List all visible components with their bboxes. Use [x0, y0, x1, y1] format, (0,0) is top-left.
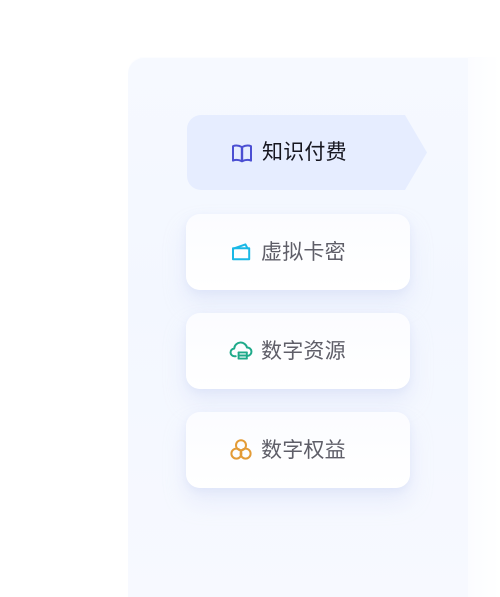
screen: 知识付费 虚拟卡密 数字资源 数字权益 [0, 0, 500, 597]
menu-item-label: 数字权益 [261, 437, 346, 462]
menu-item-content: 虚拟卡密 [229, 240, 346, 264]
linked-circles-icon [229, 438, 253, 462]
book-icon [230, 141, 254, 165]
menu-item-content: 知识付费 [230, 141, 347, 165]
menu-item-label: 虚拟卡密 [261, 239, 346, 264]
menu-item-virtual-card[interactable]: 虚拟卡密 [186, 214, 410, 290]
menu-item-label: 知识付费 [262, 140, 347, 164]
menu-item-label: 数字资源 [261, 338, 346, 363]
menu-item-content: 数字权益 [229, 438, 346, 462]
menu-item-digital-rights[interactable]: 数字权益 [186, 412, 410, 488]
cloud-archive-icon [229, 339, 253, 363]
category-menu: 知识付费 虚拟卡密 数字资源 数字权益 [0, 0, 500, 597]
menu-item-knowledge-payment[interactable]: 知识付费 [187, 115, 427, 190]
virtual-card-icon [229, 240, 253, 264]
menu-item-content: 数字资源 [229, 339, 346, 363]
menu-item-digital-resources[interactable]: 数字资源 [186, 313, 410, 389]
active-tab-arrow [387, 115, 427, 190]
